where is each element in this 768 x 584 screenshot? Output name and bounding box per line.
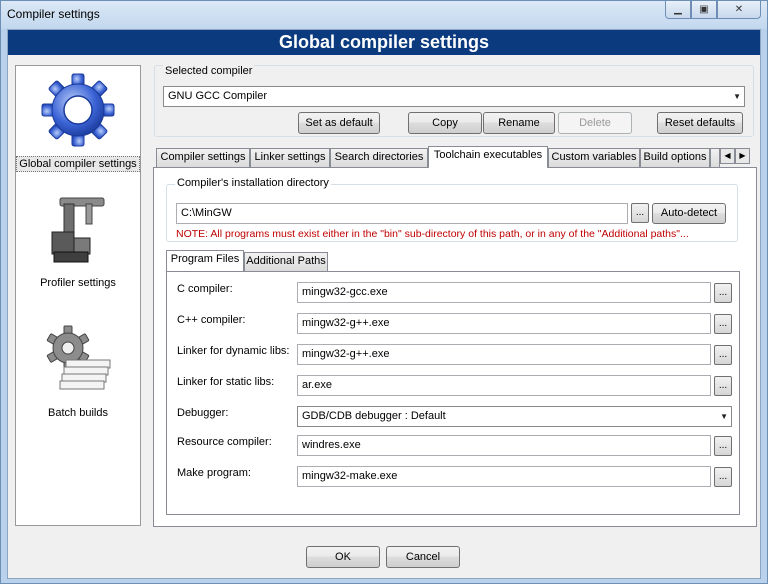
scroll-left-icon[interactable]: ◀ <box>720 148 735 164</box>
sidebar-item-label: Batch builds <box>48 407 108 419</box>
resource-compiler-field[interactable]: windres.exe <box>297 435 711 456</box>
cpp-compiler-field[interactable]: mingw32-g++.exe <box>297 313 711 334</box>
sidebar-item-label: Profiler settings <box>40 277 116 289</box>
debugger-select-value: GDB/CDB debugger : Default <box>302 410 446 422</box>
title-bar[interactable]: Compiler settings ▁ ▣ ✕ <box>1 1 767 29</box>
chevron-down-icon: ▼ <box>733 92 741 101</box>
make-program-label: Make program: <box>177 467 251 479</box>
debugger-label: Debugger: <box>177 407 229 419</box>
page-title: Global compiler settings <box>8 30 760 55</box>
close-icon: ✕ <box>734 4 744 15</box>
gear-icon <box>38 70 118 150</box>
resource-compiler-label: Resource compiler: <box>177 436 272 448</box>
sidebar-item-label: Global compiler settings <box>16 156 140 172</box>
minimize-button[interactable]: ▁ <box>665 1 691 19</box>
compiler-select[interactable]: GNU GCC Compiler ▼ <box>163 86 745 107</box>
group-label: Compiler's installation directory <box>175 177 331 189</box>
browse-install-button[interactable]: ... <box>631 203 649 223</box>
tab-compiler-settings[interactable]: Compiler settings <box>156 148 250 167</box>
installation-directory-field[interactable]: C:\MinGW <box>176 203 628 224</box>
toolchain-executables-page: Compiler's installation directory C:\Min… <box>153 167 757 527</box>
browse-cpp-compiler-button[interactable]: ... <box>714 314 732 334</box>
sidebar-item-global-compiler-settings[interactable]: Global compiler settings <box>16 70 140 172</box>
reset-defaults-button[interactable]: Reset defaults <box>657 112 743 134</box>
scroll-right-icon[interactable]: ▶ <box>735 148 750 164</box>
linker-dynamic-field[interactable]: mingw32-g++.exe <box>297 344 711 365</box>
profiler-icon <box>38 190 118 270</box>
linker-dynamic-label: Linker for dynamic libs: <box>177 345 290 357</box>
browse-linker-dynamic-button[interactable]: ... <box>714 345 732 365</box>
browse-c-compiler-button[interactable]: ... <box>714 283 732 303</box>
tab-additional-paths[interactable]: Additional Paths <box>244 252 328 271</box>
maximize-button[interactable]: ▣ <box>691 1 717 19</box>
tab-toolchain-executables[interactable]: Toolchain executables <box>428 146 548 168</box>
make-program-field[interactable]: mingw32-make.exe <box>297 466 711 487</box>
window-controls: ▁ ▣ ✕ <box>665 1 761 19</box>
auto-detect-button[interactable]: Auto-detect <box>652 203 726 224</box>
browse-make-program-button[interactable]: ... <box>714 467 732 487</box>
sidebar-item-batch-builds[interactable]: Batch builds <box>16 320 140 420</box>
linker-static-label: Linker for static libs: <box>177 376 275 388</box>
browse-resource-compiler-button[interactable]: ... <box>714 436 732 456</box>
cancel-button[interactable]: Cancel <box>386 546 460 568</box>
c-compiler-field[interactable]: mingw32-gcc.exe <box>297 282 711 303</box>
tab-overflow[interactable] <box>710 148 720 167</box>
set-as-default-button[interactable]: Set as default <box>298 112 380 134</box>
tab-program-files[interactable]: Program Files <box>166 250 244 271</box>
tab-linker-settings[interactable]: Linker settings <box>250 148 330 167</box>
installation-directory-group: Compiler's installation directory C:\Min… <box>166 177 738 242</box>
browse-linker-static-button[interactable]: ... <box>714 376 732 396</box>
cpp-compiler-label: C++ compiler: <box>177 314 246 326</box>
window-title: Compiler settings <box>7 7 100 21</box>
copy-button[interactable]: Copy <box>408 112 482 134</box>
program-files-page: C compiler: mingw32-gcc.exe ... C++ comp… <box>166 271 740 515</box>
tab-custom-variables[interactable]: Custom variables <box>548 148 640 167</box>
category-list: Global compiler settings Profiler settin… <box>15 65 141 526</box>
rename-button[interactable]: Rename <box>483 112 555 134</box>
minimize-icon: ▁ <box>674 4 682 15</box>
maximize-icon: ▣ <box>699 4 709 15</box>
linker-static-field[interactable]: ar.exe <box>297 375 711 396</box>
compiler-select-value: GNU GCC Compiler <box>168 90 268 102</box>
selected-compiler-group: Selected compiler GNU GCC Compiler ▼ Set… <box>154 65 754 137</box>
tab-build-options[interactable]: Build options <box>640 148 710 167</box>
c-compiler-label: C compiler: <box>177 283 233 295</box>
compiler-settings-window: Compiler settings ▁ ▣ ✕ Global compiler … <box>0 0 768 584</box>
tab-scroll-arrows: ◀ ▶ <box>720 148 750 164</box>
install-note: NOTE: All programs must exist either in … <box>176 228 689 240</box>
debugger-select[interactable]: GDB/CDB debugger : Default ▼ <box>297 406 732 427</box>
delete-button[interactable]: Delete <box>558 112 632 134</box>
ok-button[interactable]: OK <box>306 546 380 568</box>
close-button[interactable]: ✕ <box>717 1 761 19</box>
sidebar-item-profiler-settings[interactable]: Profiler settings <box>16 190 140 290</box>
group-label: Selected compiler <box>163 65 255 77</box>
batch-builds-icon <box>38 320 118 400</box>
chevron-down-icon: ▼ <box>720 412 728 421</box>
tab-search-directories[interactable]: Search directories <box>330 148 428 167</box>
dialog-client: Global compiler settings Global compiler… <box>7 29 761 579</box>
